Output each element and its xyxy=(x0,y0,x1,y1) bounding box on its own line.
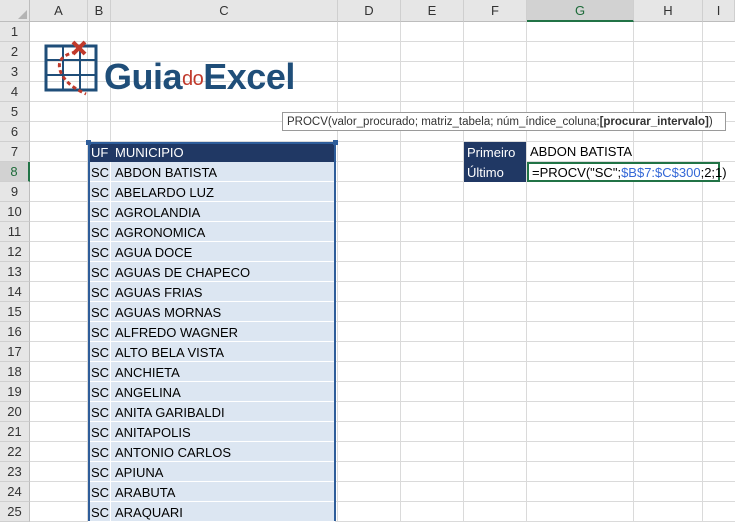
column-header-i[interactable]: I xyxy=(703,0,735,22)
tooltip-current-arg[interactable]: [procurar_intervalo] xyxy=(600,116,709,128)
grid-line xyxy=(337,22,338,521)
range-handle-top-right[interactable] xyxy=(333,140,338,145)
row-header-4[interactable]: 4 xyxy=(0,82,30,102)
row-header-25[interactable]: 25 xyxy=(0,502,30,522)
last-label: Último xyxy=(464,162,526,182)
row-header-20[interactable]: 20 xyxy=(0,402,30,422)
grid-line xyxy=(633,22,634,521)
column-header-a[interactable]: A xyxy=(30,0,88,22)
grid-line xyxy=(30,101,735,102)
row-header-18[interactable]: 18 xyxy=(0,362,30,382)
select-all-corner[interactable] xyxy=(0,0,30,22)
formula-edit-cell[interactable]: =PROCV("SC"; $B$7:$C$300 ;2;1) xyxy=(527,162,727,182)
column-header-b[interactable]: B xyxy=(88,0,111,22)
row-header-10[interactable]: 10 xyxy=(0,202,30,222)
select-all-triangle-icon xyxy=(18,10,27,19)
column-header-g[interactable]: G xyxy=(527,0,634,22)
first-label: Primeiro xyxy=(464,142,526,162)
row-header-1[interactable]: 1 xyxy=(0,22,30,42)
grid-line xyxy=(702,22,703,521)
row-header-8[interactable]: 8 xyxy=(0,162,30,182)
grid-line xyxy=(463,22,464,521)
row-header-6[interactable]: 6 xyxy=(0,122,30,142)
column-header-h[interactable]: H xyxy=(634,0,703,22)
column-header-d[interactable]: D xyxy=(338,0,401,22)
row-header-16[interactable]: 16 xyxy=(0,322,30,342)
formula-end: ;2;1) xyxy=(700,164,727,180)
tooltip-close: ) xyxy=(708,115,713,128)
formula-range-ref: $B$7:$C$300 xyxy=(621,164,701,180)
function-tooltip: PROCV(valor_procurado; matriz_tabela; nú… xyxy=(282,112,726,131)
range-handle-top-left[interactable] xyxy=(86,140,91,145)
formula-start: =PROCV("SC"; xyxy=(532,164,622,180)
first-value-cell[interactable]: ABDON BATISTA xyxy=(527,142,634,162)
column-header-e[interactable]: E xyxy=(401,0,464,22)
logo-part-do: do xyxy=(182,67,204,90)
column-header-c[interactable]: C xyxy=(111,0,338,22)
row-header-22[interactable]: 22 xyxy=(0,442,30,462)
row-header-13[interactable]: 13 xyxy=(0,262,30,282)
row-header-24[interactable]: 24 xyxy=(0,482,30,502)
row-header-19[interactable]: 19 xyxy=(0,382,30,402)
table-range-border xyxy=(88,142,336,521)
column-header-f[interactable]: F xyxy=(464,0,527,22)
logo-part-guia: Guia xyxy=(104,56,183,97)
logo-part-excel: Excel xyxy=(203,56,295,97)
grid-line xyxy=(400,22,401,521)
row-header-5[interactable]: 5 xyxy=(0,102,30,122)
row-header-14[interactable]: 14 xyxy=(0,282,30,302)
row-header-9[interactable]: 9 xyxy=(0,182,30,202)
grid-line xyxy=(30,41,735,42)
row-header-11[interactable]: 11 xyxy=(0,222,30,242)
row-header-2[interactable]: 2 xyxy=(0,42,30,62)
row-header-17[interactable]: 17 xyxy=(0,342,30,362)
row-header-3[interactable]: 3 xyxy=(0,62,30,82)
grid-line xyxy=(526,22,527,521)
logo-text: GuiadoExcel xyxy=(104,56,295,98)
row-header-21[interactable]: 21 xyxy=(0,422,30,442)
tooltip-args: PROCV(valor_procurado; matriz_tabela; nú… xyxy=(287,115,600,128)
row-header-15[interactable]: 15 xyxy=(0,302,30,322)
logo-grid-icon xyxy=(44,40,98,96)
row-header-12[interactable]: 12 xyxy=(0,242,30,262)
row-header-7[interactable]: 7 xyxy=(0,142,30,162)
row-header-23[interactable]: 23 xyxy=(0,462,30,482)
